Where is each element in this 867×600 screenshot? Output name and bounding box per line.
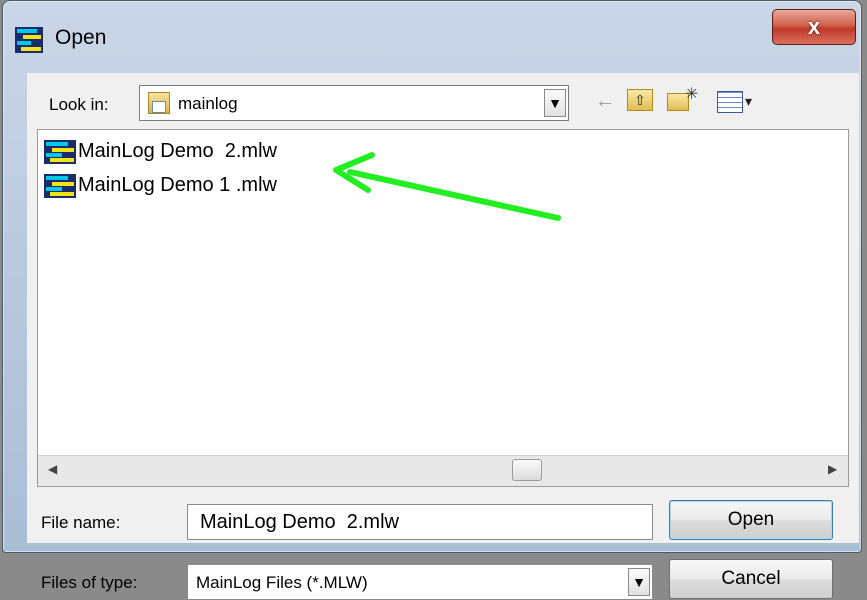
folder-icon: [148, 92, 170, 114]
look-in-dropdown[interactable]: mainlog ▼: [139, 85, 569, 121]
horizontal-scrollbar[interactable]: ◀ ▶: [38, 455, 848, 486]
back-arrow-icon[interactable]: ←: [595, 89, 615, 113]
views-menu-icon[interactable]: ▾: [717, 89, 767, 113]
mlw-file-icon: [44, 174, 76, 198]
file-name-label: File name:: [41, 513, 121, 532]
scroll-left-arrow-icon[interactable]: ◀: [48, 462, 57, 476]
open-dialog: Open x Look in: mainlog ▼ ← ⇧ ✳ ▾ MainLo…: [2, 0, 862, 600]
file-name-input[interactable]: [187, 504, 653, 540]
mainlog-app-icon: [15, 27, 43, 53]
close-button[interactable]: x: [772, 9, 856, 45]
look-in-value: mainlog: [178, 94, 238, 113]
new-folder-spark-icon: ✳: [685, 86, 699, 103]
file-name-label: MainLog Demo 2.mlw: [78, 140, 277, 162]
file-list[interactable]: MainLog Demo 2.mlw MainLog Demo 1 .mlw ◀…: [37, 129, 849, 487]
files-of-type-label: Files of type:: [41, 573, 138, 592]
look-in-label: Look in:: [49, 95, 109, 114]
new-folder-icon[interactable]: ✳: [667, 86, 701, 113]
mlw-file-icon: [44, 140, 76, 164]
window-title: Open: [55, 26, 107, 49]
scroll-right-arrow-icon[interactable]: ▶: [828, 462, 837, 476]
look-in-dropdown-button[interactable]: ▼: [544, 89, 566, 117]
cancel-button[interactable]: Cancel: [669, 559, 833, 599]
title-bar[interactable]: Open x: [3, 1, 861, 73]
files-of-type-value: MainLog Files (*.MLW): [196, 573, 368, 592]
views-grid-icon: [717, 91, 743, 113]
files-of-type-dropdown[interactable]: MainLog Files (*.MLW) ▼: [187, 564, 653, 600]
file-name-label: MainLog Demo 1 .mlw: [78, 174, 277, 196]
open-button[interactable]: Open: [669, 500, 833, 540]
up-folder-icon[interactable]: ⇧: [627, 89, 653, 111]
views-dropdown-arrow-icon: ▾: [745, 93, 753, 109]
files-of-type-dropdown-button[interactable]: ▼: [628, 568, 650, 596]
scrollbar-thumb[interactable]: [512, 459, 542, 481]
dialog-body: Look in: mainlog ▼ ← ⇧ ✳ ▾ MainLog Demo …: [27, 73, 859, 600]
